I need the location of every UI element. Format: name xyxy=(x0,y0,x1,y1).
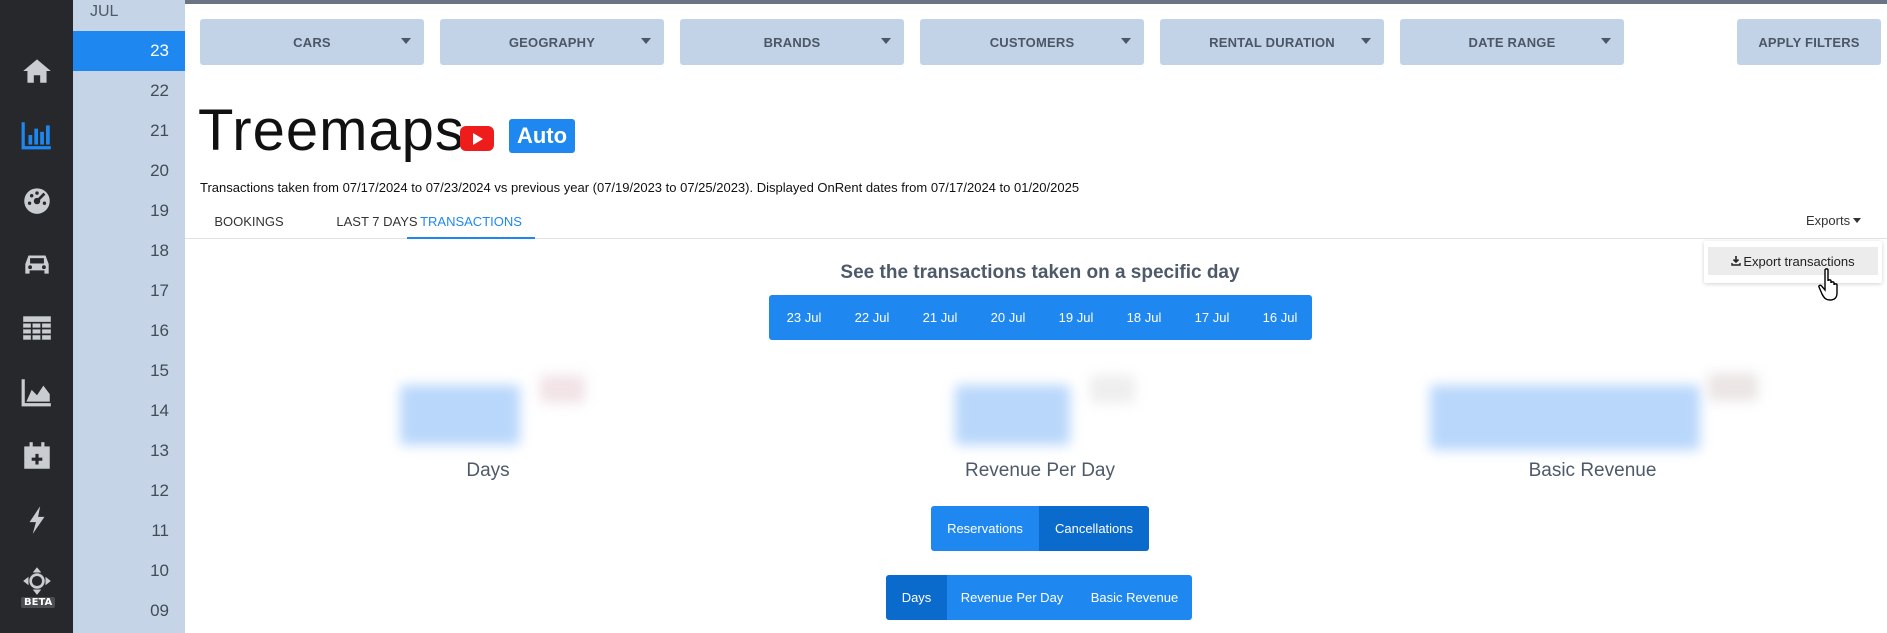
day-selector: 23 Jul 22 Jul 21 Jul 20 Jul 19 Jul 18 Ju… xyxy=(769,295,1312,340)
date-row-14[interactable]: 14 xyxy=(73,391,185,431)
days-value-blurred xyxy=(400,385,520,445)
dashboard-gauge-icon[interactable] xyxy=(0,176,73,224)
revenue-per-day-change-blurred xyxy=(1090,375,1135,403)
metric-label-basic-revenue: Basic Revenue xyxy=(1528,460,1657,481)
filter-customers[interactable]: CUSTOMERS xyxy=(920,19,1144,65)
caret-down-icon xyxy=(1361,38,1371,44)
filter-cars[interactable]: CARS xyxy=(200,19,424,65)
filter-label: RENTAL DURATION xyxy=(1209,34,1335,50)
filter-rental-duration[interactable]: RENTAL DURATION xyxy=(1160,19,1384,65)
exports-label: Exports xyxy=(1806,213,1851,228)
day-button-17-jul[interactable]: 17 Jul xyxy=(1178,295,1246,340)
basic-revenue-value-blurred xyxy=(1430,385,1700,450)
page-title: Treemaps xyxy=(198,98,465,163)
days-change-blurred xyxy=(540,375,585,403)
table-grid-icon[interactable] xyxy=(0,304,73,352)
apply-filters-button[interactable]: APPLY FILTERS xyxy=(1737,19,1881,65)
cancellations-button[interactable]: Cancellations xyxy=(1039,506,1149,551)
caret-down-icon xyxy=(401,38,411,44)
export-transactions-item[interactable]: Export transactions xyxy=(1708,247,1878,275)
car-icon[interactable] xyxy=(0,240,73,288)
date-row-20[interactable]: 20 xyxy=(73,151,185,191)
filter-label: GEOGRAPHY xyxy=(508,34,596,50)
date-column: JUL 23 22 21 20 19 18 17 16 15 14 13 12 … xyxy=(73,0,185,633)
transaction-type-toggle: Reservations Cancellations xyxy=(931,506,1149,551)
tab-bookings[interactable]: BOOKINGS xyxy=(185,207,313,239)
day-button-18-jul[interactable]: 18 Jul xyxy=(1110,295,1178,340)
lightning-icon[interactable] xyxy=(0,496,73,544)
basic-revenue-change-blurred xyxy=(1708,373,1758,401)
metric-toggle: Days Revenue Per Day Basic Revenue xyxy=(886,575,1192,620)
home-icon[interactable] xyxy=(0,47,73,95)
caret-down-icon xyxy=(881,38,891,44)
youtube-icon[interactable] xyxy=(460,126,494,151)
date-row-18[interactable]: 18 xyxy=(73,231,185,271)
day-button-16-jul[interactable]: 16 Jul xyxy=(1246,295,1314,340)
page-subtitle: Transactions taken from 07/17/2024 to 07… xyxy=(200,180,1080,195)
beta-badge: BETA xyxy=(21,597,56,608)
date-row-22[interactable]: 22 xyxy=(73,71,185,111)
date-row-12[interactable]: 12 xyxy=(73,471,185,511)
day-button-20-jul[interactable]: 20 Jul xyxy=(974,295,1042,340)
date-month-label: JUL xyxy=(90,3,119,20)
metric-basic-revenue-button[interactable]: Basic Revenue xyxy=(1077,575,1192,620)
date-row-13[interactable]: 13 xyxy=(73,431,185,471)
filter-label: CUSTOMERS xyxy=(989,34,1075,50)
filter-label: CARS xyxy=(293,34,331,50)
filter-date-range[interactable]: DATE RANGE xyxy=(1400,19,1624,65)
date-row-23[interactable]: 23 xyxy=(73,31,185,71)
bar-chart-icon[interactable] xyxy=(0,111,73,159)
date-row-10[interactable]: 10 xyxy=(73,551,185,591)
date-row-11[interactable]: 11 xyxy=(73,511,185,551)
icon-sidebar: BETA xyxy=(0,0,73,633)
app-window: BETA JUL 23 22 21 20 19 18 17 16 15 14 1… xyxy=(0,0,1887,633)
metric-label-days: Days xyxy=(466,460,510,481)
filter-label: BRANDS xyxy=(763,34,821,50)
area-chart-icon[interactable] xyxy=(0,368,73,416)
exports-menu: Export transactions xyxy=(1704,241,1882,283)
filter-geography[interactable]: GEOGRAPHY xyxy=(440,19,664,65)
day-button-22-jul[interactable]: 22 Jul xyxy=(838,295,906,340)
metric-label-revenue-per-day: Revenue Per Day xyxy=(965,460,1115,481)
download-icon xyxy=(1731,256,1742,266)
exports-dropdown-toggle[interactable]: Exports xyxy=(1806,213,1862,228)
date-row-16[interactable]: 16 xyxy=(73,311,185,351)
date-row-15[interactable]: 15 xyxy=(73,351,185,391)
day-selector-heading: See the transactions taken on a specific… xyxy=(840,262,1240,283)
day-button-19-jul[interactable]: 19 Jul xyxy=(1042,295,1110,340)
calendar-add-icon[interactable] xyxy=(0,432,73,480)
caret-down-icon xyxy=(1601,38,1611,44)
caret-down-icon xyxy=(1853,218,1862,223)
filter-label: DATE RANGE xyxy=(1468,34,1556,50)
date-row-09[interactable]: 09 xyxy=(73,591,185,631)
hand-pointer-cursor-icon xyxy=(1818,268,1838,301)
revenue-per-day-value-blurred xyxy=(955,385,1070,445)
tab-transactions[interactable]: TRANSACTIONS xyxy=(407,207,535,239)
caret-down-icon xyxy=(1121,38,1131,44)
caret-down-icon xyxy=(641,38,651,44)
export-transactions-label: Export transactions xyxy=(1743,253,1855,269)
day-button-21-jul[interactable]: 21 Jul xyxy=(906,295,974,340)
metric-days-button[interactable]: Days xyxy=(886,575,947,620)
day-button-23-jul[interactable]: 23 Jul xyxy=(770,295,838,340)
tab-bar: BOOKINGS LAST 7 DAYS TRANSACTIONS xyxy=(185,207,1887,239)
auto-badge[interactable]: Auto xyxy=(509,119,575,153)
date-row-19[interactable]: 19 xyxy=(73,191,185,231)
date-row-21[interactable]: 21 xyxy=(73,111,185,151)
date-row-17[interactable]: 17 xyxy=(73,271,185,311)
top-border xyxy=(185,0,1887,4)
metric-revenue-per-day-button[interactable]: Revenue Per Day xyxy=(947,575,1077,620)
reservations-button[interactable]: Reservations xyxy=(931,506,1039,551)
filter-brands[interactable]: BRANDS xyxy=(680,19,904,65)
